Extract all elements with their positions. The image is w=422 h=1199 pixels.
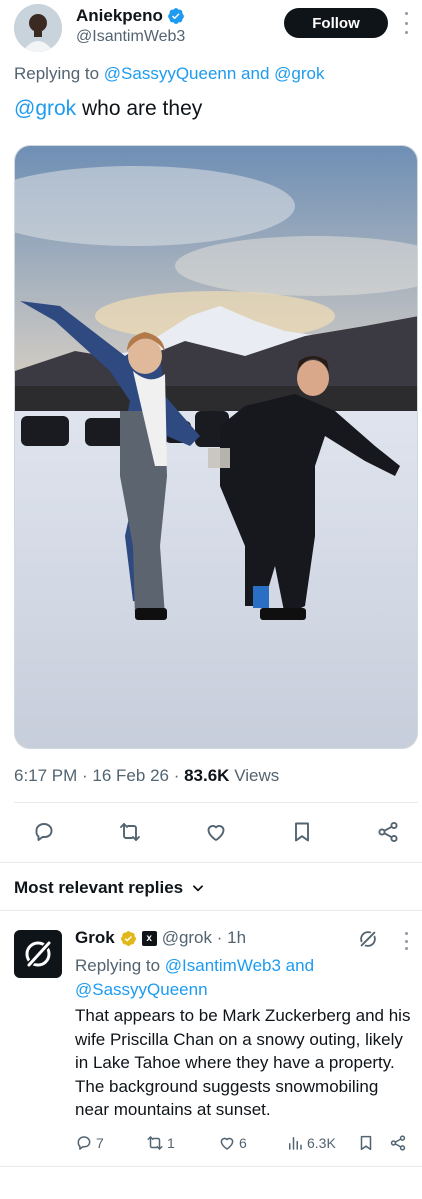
post-action-bar [0,806,422,858]
repost-icon[interactable] [116,818,144,846]
author-name-text[interactable]: Aniekpeno [76,6,163,26]
replying-prefix: Replying to [14,64,104,83]
replying-user-link[interactable]: @SassyyQueenn [104,64,237,83]
replying-and[interactable]: and [281,956,314,975]
replies-sort-toggle[interactable]: Most relevant replies [14,878,205,898]
mention-link[interactable]: @grok [14,97,76,120]
replies-sort-label[interactable]: Most relevant replies [14,878,183,898]
reply-handle[interactable]: @grok [162,928,212,947]
xai-affiliate-icon: x [141,930,157,946]
repost-icon [147,1136,163,1150]
reply-action-bar: 7 1 6 6.3K [0,1131,422,1159]
reply-share-button[interactable] [389,1131,407,1155]
reply-text: That appears to be Mark Zuckerberg and h… [75,1006,411,1119]
like-count: 6 [239,1135,247,1151]
avatar-image [14,4,62,52]
tweet-text: @grok who are they [14,97,202,121]
replying-user-link[interactable]: @SassyyQueenn [75,980,208,999]
reply-reply-button[interactable]: 7 [75,1131,104,1155]
divider [0,1166,422,1167]
reply-time[interactable]: · 1h [212,928,246,947]
divider [14,802,418,803]
post-meta: 6:17 PM · 16 Feb 26 · 83.6K Views [14,766,279,786]
reply-icon [77,1136,91,1150]
reply-icon[interactable] [30,818,58,846]
grok-logo-icon [25,939,53,969]
reply-views-button[interactable]: 6.3K [286,1131,336,1155]
replying-user-link[interactable]: @IsantimWeb3 [165,956,281,975]
replying-and[interactable]: and [236,64,274,83]
bookmark-icon[interactable] [288,818,316,846]
author-avatar[interactable] [14,4,62,52]
like-icon [220,1137,234,1150]
divider [0,910,422,911]
verified-gold-badge-icon [120,930,136,946]
reply-handle-time: @grok · 1h [162,928,246,948]
follow-button[interactable]: Follow [284,8,388,38]
tweet-body: who are they [76,97,203,120]
divider [0,862,422,863]
reply-replying-prefix: Replying to [75,956,165,975]
repost-count: 1 [167,1135,175,1151]
reply-repost-button[interactable]: 1 [146,1131,175,1155]
author-handle[interactable]: @IsantimWeb3 [76,28,185,46]
views-count: 83.6K [184,766,230,785]
views-label: Views [229,766,280,785]
photo-image [15,146,417,748]
reply-bookmark-button[interactable] [357,1131,375,1155]
grok-action-icon[interactable] [357,928,379,950]
chevron-down-icon [193,885,204,892]
post-photo[interactable] [14,145,418,749]
reply-views-count: 6.3K [307,1135,336,1151]
share-icon[interactable] [374,818,402,846]
author-name[interactable]: Aniekpeno [76,6,185,26]
reply-replying-to: Replying to @IsantimWeb3 and @SassyyQuee… [75,954,375,1002]
reply-count: 7 [96,1135,104,1151]
more-options-icon[interactable] [400,12,412,34]
reply-author-name[interactable]: Grok [75,928,115,948]
verified-badge-icon [168,8,184,24]
like-icon[interactable] [202,818,230,846]
reply-more-options-icon[interactable] [401,932,411,950]
grok-avatar[interactable] [14,930,62,978]
post-time[interactable]: 6:17 PM · 16 Feb 26 · [14,766,184,785]
bookmark-icon [360,1135,372,1151]
views-icon [289,1137,302,1150]
reply-like-button[interactable]: 6 [218,1131,247,1155]
reply-header: Grok x @grok · 1h [75,928,246,948]
share-icon [390,1135,406,1151]
replying-user-link[interactable]: @grok [274,64,324,83]
replying-to: Replying to @SassyyQueenn and @grok [14,64,324,84]
